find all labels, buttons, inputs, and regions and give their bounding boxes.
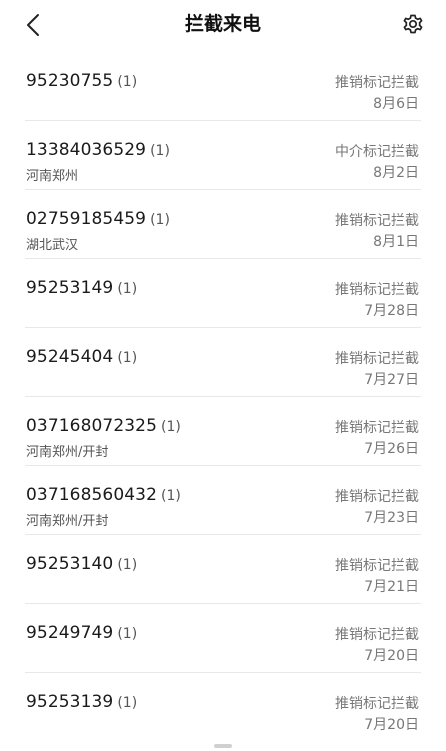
call-date: 8月2日 bbox=[373, 165, 419, 181]
call-count: (1) bbox=[117, 557, 138, 573]
block-reason: 推销标记拦截 bbox=[335, 351, 419, 367]
list-item[interactable]: 95230755 (1) 推销标记拦截 8月6日 bbox=[0, 52, 446, 121]
list-item[interactable]: 95253149 (1) 推销标记拦截 7月28日 bbox=[0, 259, 446, 328]
block-reason: 推销标记拦截 bbox=[335, 420, 419, 436]
call-date: 7月28日 bbox=[364, 303, 419, 319]
call-count: (1) bbox=[117, 74, 138, 90]
call-date: 8月6日 bbox=[373, 96, 419, 112]
block-reason: 推销标记拦截 bbox=[335, 627, 419, 643]
call-date: 7月26日 bbox=[364, 441, 419, 457]
call-count: (1) bbox=[117, 695, 138, 711]
phone-location: 河南郑州 bbox=[26, 169, 79, 184]
phone-number: 95245404 bbox=[26, 347, 114, 367]
call-count: (1) bbox=[161, 488, 181, 504]
list-item[interactable]: 95245404 (1) 推销标记拦截 7月27日 bbox=[0, 328, 446, 397]
block-reason: 推销标记拦截 bbox=[335, 282, 419, 298]
list-item[interactable]: 037168560432 (1) 河南郑州/开封 推销标记拦截 7月23日 bbox=[0, 466, 446, 535]
call-date: 7月20日 bbox=[364, 648, 419, 664]
phone-number: 037168072325 bbox=[26, 416, 157, 436]
call-count: (1) bbox=[117, 350, 138, 366]
call-date: 7月20日 bbox=[364, 717, 419, 733]
block-reason: 推销标记拦截 bbox=[335, 213, 419, 229]
list-item[interactable]: 95253139 (1) 推销标记拦截 7月20日 bbox=[0, 673, 446, 742]
call-date: 8月1日 bbox=[373, 234, 419, 250]
gear-icon bbox=[403, 14, 423, 34]
call-count: (1) bbox=[117, 281, 138, 297]
phone-location: 河南郑州/开封 bbox=[26, 514, 109, 529]
call-date: 7月27日 bbox=[364, 372, 419, 388]
block-reason: 推销标记拦截 bbox=[335, 558, 419, 574]
header-bar: 拦截来电 bbox=[0, 0, 446, 52]
block-reason: 推销标记拦截 bbox=[335, 696, 419, 712]
block-reason: 推销标记拦截 bbox=[335, 75, 419, 91]
home-indicator bbox=[214, 744, 232, 748]
settings-button[interactable] bbox=[398, 9, 428, 39]
call-count: (1) bbox=[150, 143, 170, 159]
page-title: 拦截来电 bbox=[184, 13, 261, 35]
phone-number: 95253139 bbox=[26, 692, 114, 712]
blocked-calls-list: 95230755 (1) 推销标记拦截 8月6日 13384036529 (1) 河… bbox=[0, 52, 446, 742]
block-reason: 推销标记拦截 bbox=[335, 489, 419, 505]
call-count: (1) bbox=[117, 626, 138, 642]
call-date: 7月23日 bbox=[364, 510, 419, 526]
phone-number: 13384036529 bbox=[26, 140, 147, 160]
list-item[interactable]: 13384036529 (1) 河南郑州 中介标记拦截 8月2日 bbox=[0, 121, 446, 190]
phone-number: 95253140 bbox=[26, 554, 114, 574]
phone-location: 河南郑州/开封 bbox=[26, 445, 109, 460]
list-item[interactable]: 02759185459 (1) 湖北武汉 推销标记拦截 8月1日 bbox=[0, 190, 446, 259]
block-reason: 中介标记拦截 bbox=[335, 144, 419, 160]
list-item[interactable]: 95249749 (1) 推销标记拦截 7月20日 bbox=[0, 604, 446, 673]
list-item[interactable]: 037168072325 (1) 河南郑州/开封 推销标记拦截 7月26日 bbox=[0, 397, 446, 466]
call-date: 7月21日 bbox=[364, 579, 419, 595]
phone-number: 95253149 bbox=[26, 278, 114, 298]
phone-number: 95249749 bbox=[26, 623, 114, 643]
phone-number: 037168560432 bbox=[26, 485, 157, 505]
phone-number: 95230755 bbox=[26, 71, 114, 91]
call-count: (1) bbox=[161, 419, 181, 435]
phone-number: 02759185459 bbox=[26, 209, 147, 229]
phone-location: 湖北武汉 bbox=[26, 238, 79, 253]
list-item[interactable]: 95253140 (1) 推销标记拦截 7月21日 bbox=[0, 535, 446, 604]
call-count: (1) bbox=[150, 212, 170, 228]
